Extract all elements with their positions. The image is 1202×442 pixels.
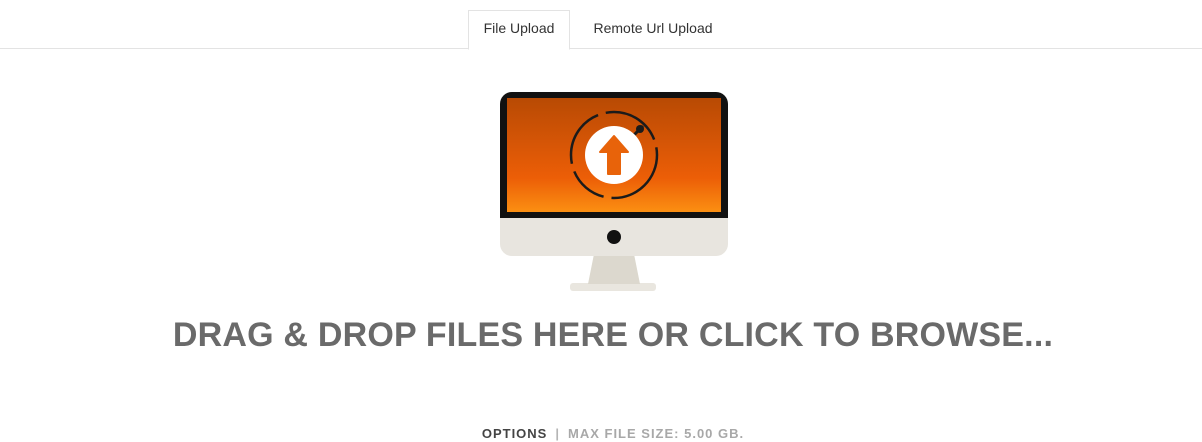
monitor-upload-icon[interactable] — [498, 90, 730, 294]
tab-remote-url-upload-label: Remote Url Upload — [593, 20, 713, 36]
options-link[interactable]: OPTIONS — [482, 426, 548, 441]
upload-options-bar: OPTIONS | MAX FILE SIZE: 5.00 GB. — [12, 426, 1202, 441]
separator: | — [555, 426, 560, 441]
tab-file-upload-label: File Upload — [483, 20, 555, 36]
drop-zone-label[interactable]: DRAG & DROP FILES HERE OR CLICK TO BROWS… — [12, 316, 1202, 355]
upload-tabs: File Upload Remote Url Upload — [0, 0, 1202, 50]
tab-file-upload[interactable]: File Upload — [468, 10, 570, 50]
monitor-upload-svg — [500, 92, 728, 291]
max-file-size: MAX FILE SIZE: 5.00 GB. — [568, 426, 745, 441]
upload-page: File Upload Remote Url Upload DRAG & DRO… — [0, 0, 1202, 442]
tab-remote-url-upload[interactable]: Remote Url Upload — [584, 10, 722, 50]
